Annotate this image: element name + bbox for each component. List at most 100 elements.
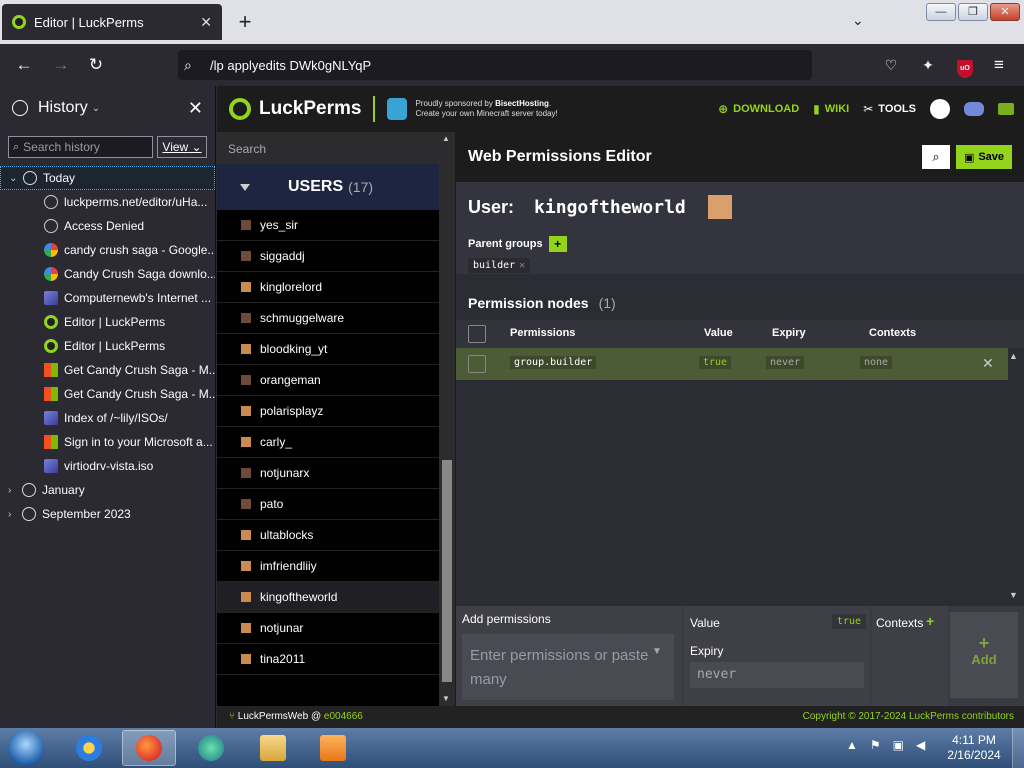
permission-node[interactable]: group.builder xyxy=(510,356,597,369)
save-button[interactable]: ▣ Save xyxy=(956,145,1012,169)
history-item[interactable]: Index of /~lily/ISOs/ xyxy=(0,406,215,430)
wiki-link[interactable]: ▮ WIKI xyxy=(813,102,849,116)
user-list-item[interactable]: schmuggelware xyxy=(217,303,439,334)
github-icon[interactable] xyxy=(930,99,950,119)
scroll-up-arrow-icon[interactable]: ▲ xyxy=(442,134,450,143)
users-scrollbar[interactable]: ▲ ▼ xyxy=(439,132,455,706)
scrollbar-thumb[interactable] xyxy=(442,460,452,682)
row-checkbox[interactable] xyxy=(468,355,486,373)
permission-row[interactable]: group.builder true never none ✕ xyxy=(456,348,1008,380)
tab-editor-luckperms[interactable]: Editor | LuckPerms ✕ xyxy=(2,4,222,40)
expiry-input[interactable]: never xyxy=(690,662,864,688)
users-search-input[interactable]: Search xyxy=(217,132,455,164)
user-list-item[interactable]: bloodking_yt xyxy=(217,334,439,365)
back-button[interactable]: ← xyxy=(13,54,35,76)
luckperms-brand[interactable]: LuckPerms xyxy=(259,98,361,120)
user-list-item[interactable]: notjunar xyxy=(217,613,439,644)
footer-copyright[interactable]: Copyright © 2017-2024 LuckPerms contribu… xyxy=(803,711,1014,722)
search-button[interactable]: ⌕ xyxy=(922,145,950,169)
file-explorer-taskbar-button[interactable] xyxy=(246,730,300,766)
footer-version[interactable]: ⑂ LuckPermsWeb @ e004666 xyxy=(229,711,363,722)
show-hidden-icons-icon[interactable]: ▲ xyxy=(846,738,858,752)
permission-expiry[interactable]: never xyxy=(766,356,805,369)
extensions-icon[interactable]: ✦ xyxy=(917,54,939,76)
permission-contexts[interactable]: none xyxy=(860,356,893,369)
list-all-tabs-button[interactable]: ⌄ xyxy=(852,12,864,29)
history-item[interactable]: Get Candy Crush Saga - M... xyxy=(0,382,215,406)
remove-group-icon[interactable]: ✕ xyxy=(519,260,525,271)
delete-node-icon[interactable]: ✕ xyxy=(982,355,994,372)
internet-explorer-taskbar-button[interactable] xyxy=(62,730,116,766)
user-list-item[interactable]: carly_ xyxy=(217,427,439,458)
collapse-triangle-icon[interactable] xyxy=(240,183,250,191)
parent-group-chip[interactable]: builder ✕ xyxy=(468,258,531,273)
luckperms-logo-icon[interactable] xyxy=(229,98,251,120)
column-value[interactable]: Value xyxy=(704,327,733,339)
close-tab-icon[interactable]: ✕ xyxy=(200,14,212,31)
edge-taskbar-button[interactable] xyxy=(184,730,238,766)
download-link[interactable]: ⊕ DOWNLOAD xyxy=(718,102,799,116)
ublock-icon[interactable]: uO xyxy=(954,54,976,78)
start-button[interactable] xyxy=(8,730,44,766)
history-item[interactable]: Candy Crush Saga downlo... xyxy=(0,262,215,286)
users-section-header[interactable]: USERS (17) xyxy=(217,164,455,210)
reload-button[interactable]: ↻ xyxy=(85,54,107,76)
chevron-right-icon[interactable]: › xyxy=(8,509,22,520)
maximize-button[interactable]: ❐ xyxy=(958,3,988,21)
tools-link[interactable]: ✂ TOOLS xyxy=(863,102,916,116)
history-item[interactable]: Computernewb's Internet ... xyxy=(0,286,215,310)
history-group-september-2023[interactable]: › September 2023 xyxy=(0,502,215,526)
column-contexts[interactable]: Contexts xyxy=(869,327,916,339)
search-history-input[interactable]: ⌕ Search history xyxy=(8,136,153,158)
history-item[interactable]: candy crush saga - Google... xyxy=(0,238,215,262)
flag-icon[interactable]: ⚑ xyxy=(870,738,881,752)
user-list-item[interactable]: polarisplayz xyxy=(217,396,439,427)
address-bar[interactable]: ⌕ /lp applyedits DWk0gNLYqP xyxy=(178,50,812,80)
user-list-item[interactable]: kingoftheworld xyxy=(217,582,439,613)
chevron-down-icon[interactable]: ⌄ xyxy=(9,173,23,184)
scroll-down-arrow-icon[interactable]: ▼ xyxy=(442,694,450,703)
sidebar-title[interactable]: History xyxy=(38,99,88,117)
minimize-button[interactable]: — xyxy=(926,3,956,21)
scroll-down-arrow-icon[interactable]: ▼ xyxy=(1009,590,1018,600)
user-list-item[interactable]: yes_sir xyxy=(217,210,439,241)
history-item[interactable]: Get Candy Crush Saga - M... xyxy=(0,358,215,382)
add-context-button[interactable]: + xyxy=(926,613,934,629)
chevron-down-icon[interactable]: ⌄ xyxy=(92,103,100,114)
discord-icon[interactable] xyxy=(964,102,984,116)
history-item[interactable]: luckperms.net/editor/uHa... xyxy=(0,190,215,214)
add-button[interactable]: + Add xyxy=(950,612,1018,698)
new-tab-button[interactable]: + xyxy=(234,9,256,35)
user-list-item[interactable]: imfriendliiy xyxy=(217,551,439,582)
firefox-taskbar-button[interactable] xyxy=(122,730,176,766)
add-permissions-input[interactable]: Enter permissions or paste many xyxy=(462,634,674,700)
column-permissions[interactable]: Permissions xyxy=(510,327,575,339)
volume-muted-icon[interactable]: ◀ xyxy=(916,738,925,752)
close-window-button[interactable]: ✕ xyxy=(990,3,1020,21)
forward-button[interactable]: → xyxy=(50,54,72,76)
close-sidebar-icon[interactable]: ✕ xyxy=(188,98,203,119)
history-item[interactable]: Editor | LuckPerms xyxy=(0,310,215,334)
pocket-icon[interactable]: ♡ xyxy=(880,54,902,76)
sponsor-text[interactable]: Proudly sponsored by BisectHosting. Crea… xyxy=(415,99,557,119)
user-list-item[interactable]: orangeman xyxy=(217,365,439,396)
media-player-taskbar-button[interactable] xyxy=(306,730,360,766)
user-list-item[interactable]: kinglorelord xyxy=(217,272,439,303)
history-item[interactable]: virtiodrv-vista.iso xyxy=(0,454,215,478)
chevron-down-icon[interactable]: ▼ xyxy=(652,646,662,657)
view-menu-button[interactable]: View ⌄ xyxy=(157,136,207,158)
user-list-item[interactable]: siggaddj xyxy=(217,241,439,272)
user-list-item[interactable]: tina2011 xyxy=(217,644,439,675)
bisecthosting-icon[interactable] xyxy=(387,98,408,120)
column-expiry[interactable]: Expiry xyxy=(772,327,806,339)
permission-value[interactable]: true xyxy=(699,356,732,369)
history-item[interactable]: Editor | LuckPerms xyxy=(0,334,215,358)
address-bar-text[interactable]: /lp applyedits DWk0gNLYqP xyxy=(210,58,371,73)
value-toggle[interactable]: true xyxy=(832,614,867,629)
user-list-item[interactable]: pato xyxy=(217,489,439,520)
history-item[interactable]: Access Denied xyxy=(0,214,215,238)
user-list-item[interactable]: ultablocks xyxy=(217,520,439,551)
system-clock[interactable]: 4:11 PM 2/16/2024 xyxy=(944,733,1004,763)
network-icon[interactable]: ▣ xyxy=(893,738,904,752)
show-desktop-button[interactable] xyxy=(1012,728,1024,768)
